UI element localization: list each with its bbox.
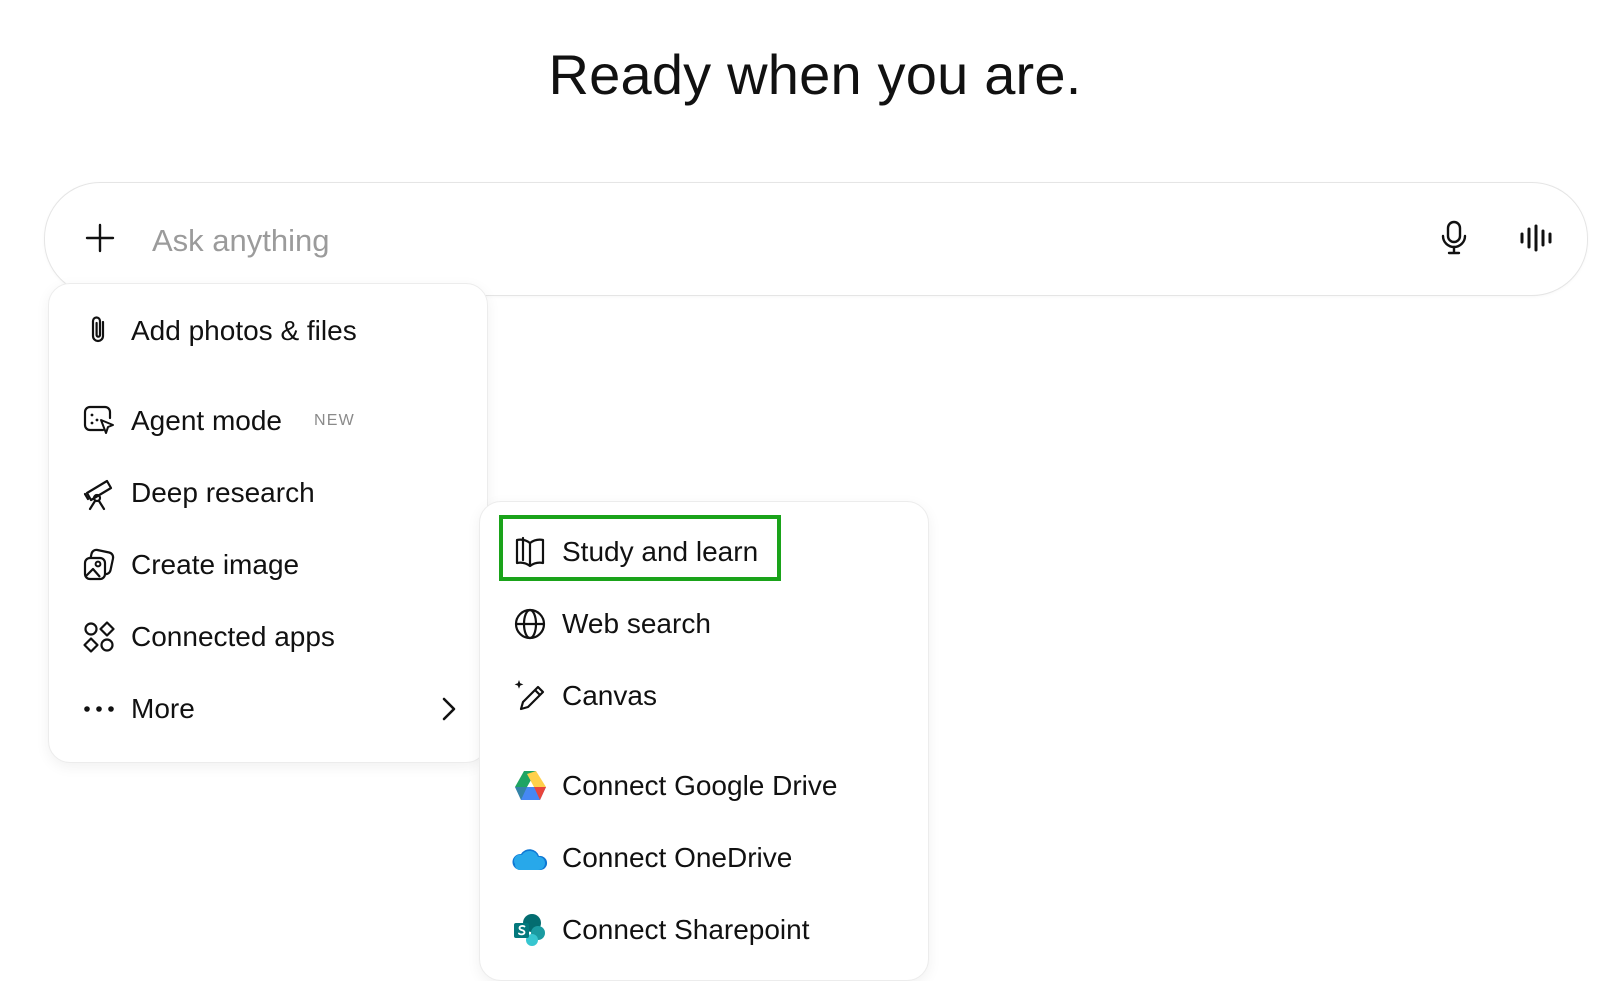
page-title: Ready when you are. — [548, 43, 1082, 106]
onedrive-icon — [510, 838, 550, 878]
menu-item-label: Add photos & files — [131, 315, 357, 346]
submenu-item-connect-onedrive[interactable]: Connect OneDrive — [510, 838, 792, 878]
submenu-item-label: Connect OneDrive — [562, 842, 793, 873]
menu-item-label: Connected apps — [131, 621, 335, 652]
menu-item-connected-apps[interactable]: Connected apps — [79, 617, 335, 657]
globe-icon — [510, 604, 550, 644]
submenu-item-connect-sharepoint[interactable]: Connect Sharepoint — [510, 910, 810, 950]
menu-item-more[interactable]: More — [79, 689, 457, 729]
new-badge: NEW — [314, 412, 355, 429]
submenu-item-label: Canvas — [562, 680, 657, 711]
dictate-button[interactable] — [1432, 216, 1476, 260]
menu-item-label: Deep research — [131, 477, 315, 508]
menu-item-label: Create image — [131, 549, 300, 580]
google-drive-icon — [510, 766, 550, 806]
ellipsis-icon — [79, 689, 119, 729]
submenu-item-label: Connect Sharepoint — [562, 914, 810, 945]
submenu-item-label: Connect Google Drive — [562, 770, 838, 801]
menu-item-agent-mode[interactable]: Agent mode NEW — [79, 401, 355, 441]
add-attachment-button[interactable] — [78, 216, 122, 260]
apps-icon — [79, 617, 119, 657]
menu-item-deep-research[interactable]: Deep research — [79, 473, 315, 513]
menu-item-create-image[interactable]: Create image — [79, 545, 299, 585]
menu-item-add-photos-files[interactable]: Add photos & files — [79, 311, 357, 351]
image-icon — [79, 545, 119, 585]
plus-icon — [85, 223, 115, 253]
submenu-item-canvas[interactable]: Canvas — [510, 676, 657, 716]
submenu-item-web-search[interactable]: Web search — [510, 604, 711, 644]
submenu-item-connect-google-drive[interactable]: Connect Google Drive — [510, 766, 837, 806]
pencil-sparkle-icon — [510, 676, 550, 716]
menu-item-label: Agent mode — [131, 405, 282, 436]
selection-highlight — [499, 515, 781, 581]
chevron-right-icon — [441, 696, 457, 722]
menu-item-label: More — [131, 693, 195, 724]
attachment-menu: Add photos & files Agent mode NEW Deep r… — [48, 283, 488, 763]
voice-waveform-icon — [1520, 224, 1552, 252]
sharepoint-icon — [510, 910, 550, 950]
telescope-icon — [79, 473, 119, 513]
voice-mode-button[interactable] — [1514, 216, 1558, 260]
microphone-icon — [1441, 220, 1467, 255]
submenu-item-label: Web search — [562, 608, 711, 639]
paperclip-icon — [79, 311, 119, 351]
prompt-input[interactable] — [150, 218, 1314, 264]
agent-cursor-icon — [79, 401, 119, 441]
